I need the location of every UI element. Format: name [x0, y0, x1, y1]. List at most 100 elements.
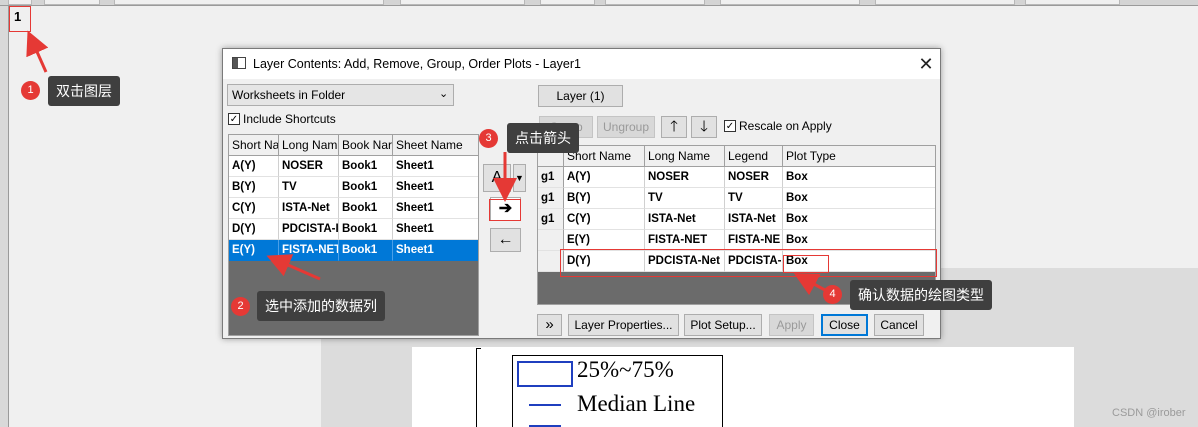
- median-line-swatch-icon: [529, 404, 561, 406]
- table-cell: FISTA-NET: [279, 240, 339, 261]
- table-cell: NOSER: [645, 167, 725, 188]
- table-cell: C(Y): [564, 209, 645, 230]
- arrow-down-icon: 🡓: [700, 118, 708, 135]
- table-cell: Book1: [339, 156, 393, 177]
- table-cell: FISTA-NET: [645, 230, 725, 251]
- annotation-box-arrow: [489, 199, 521, 221]
- source-dropdown[interactable]: Worksheets in Folder ⌄: [227, 84, 454, 106]
- chevron-down-icon[interactable]: ▼: [513, 164, 526, 192]
- column-header[interactable]: Plot Type: [783, 146, 935, 167]
- column-header[interactable]: Long Nam: [279, 135, 339, 156]
- table-cell: E(Y): [229, 240, 279, 261]
- column-header[interactable]: Sheet Name: [393, 135, 478, 156]
- column-header[interactable]: Legend: [725, 146, 783, 167]
- table-cell: ISTA-Net: [279, 198, 339, 219]
- table-cell: C(Y): [229, 198, 279, 219]
- annotation-badge-1: 1: [21, 81, 40, 100]
- table-row[interactable]: g1 A(Y) NOSER NOSER Box: [538, 167, 935, 188]
- layer-properties-button[interactable]: Layer Properties...: [568, 314, 679, 336]
- table-cell: Sheet1: [393, 177, 478, 198]
- dialog-title: Layer Contents: Add, Remove, Group, Orde…: [253, 57, 581, 71]
- group-indicator: [538, 230, 564, 251]
- table-row[interactable]: C(Y) ISTA-Net Book1 Sheet1: [229, 198, 478, 219]
- table-cell: Sheet1: [393, 156, 478, 177]
- table-cell: TV: [279, 177, 339, 198]
- table-cell: NOSER: [279, 156, 339, 177]
- apply-button[interactable]: Apply: [769, 314, 814, 336]
- table-row[interactable]: g1 B(Y) TV TV Box: [538, 188, 935, 209]
- table-cell: Book1: [339, 177, 393, 198]
- move-up-button[interactable]: 🡑: [661, 116, 687, 138]
- legend-box-label: 25%~75%: [577, 357, 674, 382]
- table-row[interactable]: E(Y) FISTA-NET Book1 Sheet1: [229, 240, 478, 261]
- window-app-icon: [232, 57, 246, 69]
- add-mode-button[interactable]: A: [483, 164, 511, 192]
- source-dropdown-value: Worksheets in Folder: [232, 88, 346, 102]
- table-row[interactable]: g1 C(Y) ISTA-Net ISTA-Net Box: [538, 209, 935, 230]
- annotation-box-plot-type: [783, 255, 829, 273]
- group-indicator: g1: [538, 209, 564, 230]
- plot-legend[interactable]: 25%~75% Median Line: [512, 355, 723, 427]
- table-cell: PDCISTA-I: [279, 219, 339, 240]
- chevron-down-icon: ⌄: [439, 88, 449, 100]
- left-ruler-strip: [0, 6, 9, 427]
- table-cell: ISTA-Net: [725, 209, 783, 230]
- move-down-button[interactable]: 🡓: [691, 116, 717, 138]
- table-cell: Sheet1: [393, 219, 478, 240]
- arrow-up-icon: 🡑: [670, 118, 678, 135]
- cancel-button[interactable]: Cancel: [874, 314, 924, 336]
- table-cell: Box: [783, 230, 935, 251]
- annotation-tooltip-3: 点击箭头: [507, 123, 579, 153]
- table-cell: FISTA-NE: [725, 230, 783, 251]
- column-header[interactable]: Long Name: [645, 146, 725, 167]
- rescale-on-apply-label: Rescale on Apply: [739, 119, 832, 133]
- y-axis-line: [476, 348, 481, 427]
- table-cell: Box: [783, 167, 935, 188]
- close-icon[interactable]: ✕: [913, 51, 939, 77]
- table-cell: NOSER: [725, 167, 783, 188]
- dialog-titlebar[interactable]: Layer Contents: Add, Remove, Group, Orde…: [223, 49, 940, 79]
- plot-setup-button[interactable]: Plot Setup...: [684, 314, 762, 336]
- arrow-left-icon: ←: [497, 231, 514, 248]
- table-cell: TV: [725, 188, 783, 209]
- legend-median-label: Median Line: [577, 391, 696, 416]
- annotation-badge-3: 3: [479, 129, 498, 148]
- annotation-badge-2: 2: [231, 297, 250, 316]
- table-cell: Book1: [339, 240, 393, 261]
- table-cell: B(Y): [564, 188, 645, 209]
- expand-button[interactable]: »: [537, 314, 562, 336]
- annotation-tooltip-4: 确认数据的绘图类型: [850, 280, 992, 310]
- column-header[interactable]: Short Na: [229, 135, 279, 156]
- column-header[interactable]: Book Nar: [339, 135, 393, 156]
- table-cell: Book1: [339, 198, 393, 219]
- table-cell: Sheet1: [393, 198, 478, 219]
- layer-button[interactable]: Layer (1): [538, 85, 623, 107]
- table-row[interactable]: A(Y) NOSER Book1 Sheet1: [229, 156, 478, 177]
- table-cell: Book1: [339, 219, 393, 240]
- table-row[interactable]: B(Y) TV Book1 Sheet1: [229, 177, 478, 198]
- annotation-tooltip-1: 双击图层: [48, 76, 120, 106]
- remove-from-layer-arrow-button[interactable]: ←: [490, 228, 521, 252]
- box-swatch-icon: [517, 361, 573, 387]
- table-cell: Sheet1: [393, 240, 478, 261]
- include-shortcuts-checkbox[interactable]: ✓: [228, 113, 240, 125]
- table-cell: TV: [645, 188, 725, 209]
- table-row[interactable]: E(Y) FISTA-NET FISTA-NE Box: [538, 230, 935, 251]
- table-cell: A(Y): [229, 156, 279, 177]
- table-row[interactable]: D(Y) PDCISTA-I Book1 Sheet1: [229, 219, 478, 240]
- rescale-on-apply-checkbox[interactable]: ✓: [724, 120, 736, 132]
- close-button[interactable]: Close: [821, 314, 868, 336]
- group-indicator: g1: [538, 188, 564, 209]
- annotation-box-layer-icon: [9, 6, 31, 32]
- table-cell: E(Y): [564, 230, 645, 251]
- watermark-text: CSDN @irober: [1112, 407, 1186, 419]
- table-cell: A(Y): [564, 167, 645, 188]
- annotation-box-new-row: [560, 249, 937, 277]
- annotation-badge-4: 4: [823, 285, 842, 304]
- table-cell: D(Y): [229, 219, 279, 240]
- ungroup-button[interactable]: Ungroup: [597, 116, 655, 138]
- group-indicator: g1: [538, 167, 564, 188]
- table-cell: ISTA-Net: [645, 209, 725, 230]
- annotation-tooltip-2: 选中添加的数据列: [257, 291, 385, 321]
- table-cell: B(Y): [229, 177, 279, 198]
